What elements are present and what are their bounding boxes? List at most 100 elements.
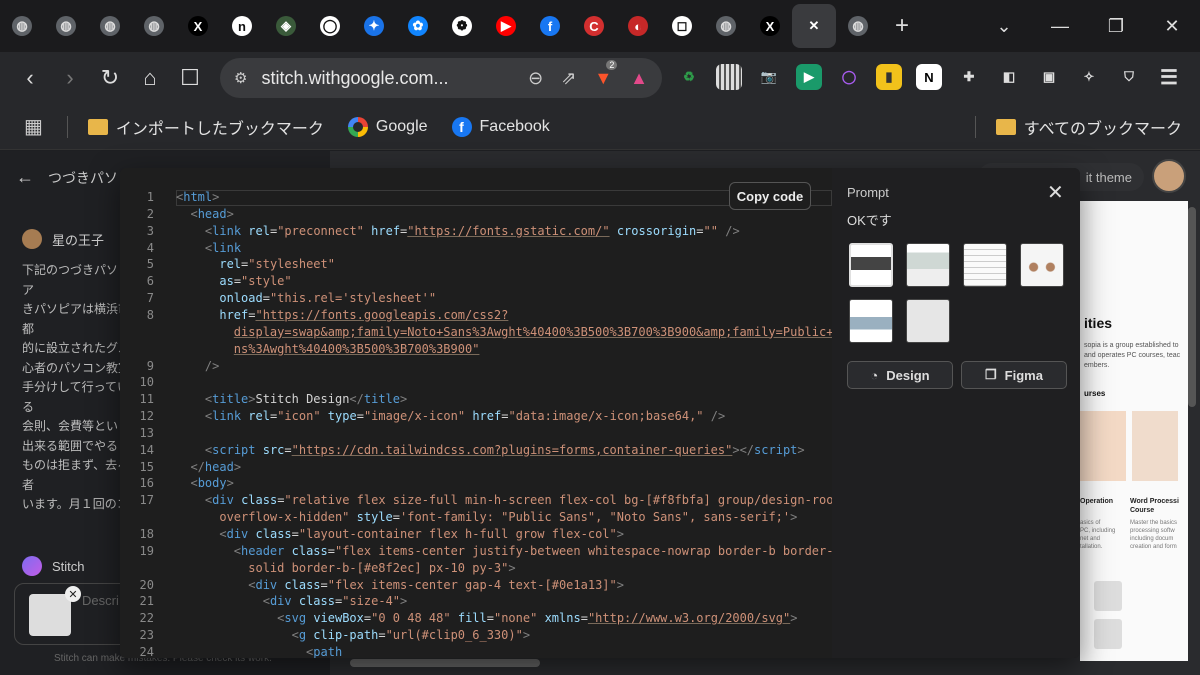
browser-tab[interactable]: ◍	[44, 4, 88, 48]
back-arrow-icon[interactable]: ←	[16, 167, 34, 188]
code-text: <script src="https://cdn.tailwindcss.com…	[204, 442, 805, 457]
browser-tab[interactable]: ◈	[264, 4, 308, 48]
browser-tab[interactable]: ◍	[704, 4, 748, 48]
c-logo-icon: C	[584, 16, 604, 36]
recycle-extension-icon[interactable]: ♻	[676, 64, 702, 90]
avatar[interactable]	[1152, 159, 1186, 193]
browser-tab[interactable]: X	[176, 4, 220, 48]
notion-icon[interactable]: N	[916, 64, 942, 90]
browser-tab[interactable]: ◯	[308, 4, 352, 48]
address-bar-actions: ⊖ ⇗ ▼ 2 ▲	[528, 59, 648, 89]
n-logo-icon: n	[232, 16, 252, 36]
code-text: <link	[204, 240, 242, 255]
rewards-icon[interactable]: ▲	[630, 68, 648, 89]
brave-shield-icon[interactable]: ▼ 2	[594, 59, 618, 89]
site-info-icon[interactable]: ⚙	[234, 69, 247, 87]
forward-button[interactable]: ›	[50, 58, 90, 98]
screen-thumbnail[interactable]	[906, 299, 950, 343]
browser-tab[interactable]: ❁	[440, 4, 484, 48]
browser-tab[interactable]: ✦	[352, 4, 396, 48]
browser-tab[interactable]: ◍	[836, 4, 880, 48]
google-icon	[347, 116, 368, 137]
browser-tab[interactable]: ▶	[484, 4, 528, 48]
minimize-button[interactable]: —	[1032, 0, 1088, 52]
all-bookmarks-button[interactable]: すべてのブックマーク	[995, 115, 1182, 139]
restore-button[interactable]: ❐	[1088, 0, 1144, 52]
screen-thumbnail[interactable]	[849, 299, 893, 343]
bookmark-google[interactable]: Google	[347, 116, 428, 137]
browser-tab[interactable]: ◍	[132, 4, 176, 48]
menu-icon[interactable]: ☰	[1156, 64, 1182, 90]
line-number: 17	[139, 493, 154, 508]
new-tab-button[interactable]: +	[880, 4, 924, 48]
reload-button[interactable]: ↻	[90, 58, 130, 98]
close-window-button[interactable]: ✕	[1144, 0, 1200, 52]
sidebar-icon[interactable]: ◧	[996, 64, 1022, 90]
browser-tab[interactable]: ◍	[88, 4, 132, 48]
code-line: 2 <head>	[120, 207, 832, 221]
vpn-icon[interactable]: ⛉	[1116, 64, 1142, 90]
qr-code-icon[interactable]	[716, 64, 742, 90]
close-icon[interactable]: ✕	[1047, 180, 1064, 205]
bookmark-label: Google	[375, 117, 428, 135]
browser-tab[interactable]: f	[528, 4, 572, 48]
share-icon[interactable]: ⇗	[561, 68, 576, 89]
browser-tab[interactable]: ✕	[792, 4, 836, 48]
back-button[interactable]: ‹	[10, 58, 50, 98]
code-viewer[interactable]: 1 <html> 2 <head> 3 <link rel="preconnect" …	[120, 168, 848, 658]
remove-attachment-icon[interactable]: ✕	[65, 586, 81, 602]
bookmark-imported[interactable]: インポートしたブックマーク	[87, 115, 324, 139]
browser-tab[interactable]: ◻	[660, 4, 704, 48]
apps-grid-icon[interactable]: ▦	[24, 114, 43, 139]
browser-tab[interactable]: ✿	[396, 4, 440, 48]
code-line: 15 </head>	[120, 460, 832, 474]
camera-icon[interactable]: 📷	[756, 64, 782, 90]
screen-thumbnail[interactable]	[1020, 243, 1064, 287]
zoom-icon[interactable]: ⊖	[528, 68, 543, 89]
browser-tab[interactable]: X	[748, 4, 792, 48]
line-number: 12	[139, 409, 154, 424]
address-bar[interactable]: ⚙ stitch.withgoogle.com... ⊖ ⇗ ▼ 2 ▲	[220, 58, 662, 98]
code-line: 21 <div class="size-4">	[120, 594, 832, 608]
screen-thumbnail[interactable]	[906, 243, 950, 287]
bookmark-button[interactable]: ☐	[170, 58, 210, 98]
browser-tab[interactable]: ◐	[616, 4, 660, 48]
browser-tab[interactable]: ◍	[0, 4, 44, 48]
code-line: 12 <link rel="icon" type="image/x-icon" …	[120, 409, 832, 423]
horizontal-scrollbar[interactable]	[350, 659, 540, 667]
code-line: 14 <script src="https://cdn.tailwindcss.…	[120, 443, 832, 457]
code-line: 19 <header class="flex items-center just…	[120, 544, 834, 558]
bookmark-facebook[interactable]: f Facebook	[451, 116, 550, 137]
line-number: 15	[139, 459, 154, 474]
note-extension-icon[interactable]: ▮	[876, 64, 902, 90]
line-number: 8	[146, 307, 154, 322]
home-button[interactable]: ⌂	[130, 58, 170, 98]
code-text: href="https://fonts.googleapis.com/css2?	[219, 307, 509, 322]
prompt-placeholder[interactable]: Descri	[82, 593, 119, 608]
code-text: <title>Stitch Design</title>	[204, 392, 408, 407]
tab-search-chevron-icon[interactable]: ⌄	[976, 0, 1032, 52]
all-bookmarks-label: すべてのブックマーク	[1023, 120, 1182, 138]
leo-ai-icon[interactable]: ✧	[1076, 64, 1102, 90]
figma-button[interactable]: ❐ Figma	[961, 361, 1067, 389]
screen-thumbnail[interactable]	[963, 243, 1007, 287]
browser-tab[interactable]: C	[572, 4, 616, 48]
sparkle-icon: ✦	[364, 16, 384, 36]
video-extension-icon[interactable]: ▶	[796, 64, 822, 90]
code-line: 24 <path	[120, 645, 832, 658]
vertical-scrollbar[interactable]	[1188, 207, 1196, 407]
line-number	[120, 510, 154, 524]
copy-code-button[interactable]: Copy code	[729, 182, 811, 210]
folder-icon	[87, 118, 108, 135]
screen-thumbnail[interactable]	[849, 243, 893, 287]
chat-extension-icon[interactable]: ◯	[836, 64, 862, 90]
extensions-puzzle-icon[interactable]: ✚	[956, 64, 982, 90]
code-text: <head>	[190, 206, 234, 221]
design-button[interactable]: ◔ Design	[847, 361, 953, 389]
code-line: 10	[120, 375, 832, 389]
code-text: solid border-b-[#e8f2ec] px-10 py-3">	[248, 560, 516, 575]
url-text[interactable]: stitch.withgoogle.com...	[261, 68, 448, 89]
wallet-icon[interactable]: ▣	[1036, 64, 1062, 90]
browser-tab[interactable]: n	[220, 4, 264, 48]
